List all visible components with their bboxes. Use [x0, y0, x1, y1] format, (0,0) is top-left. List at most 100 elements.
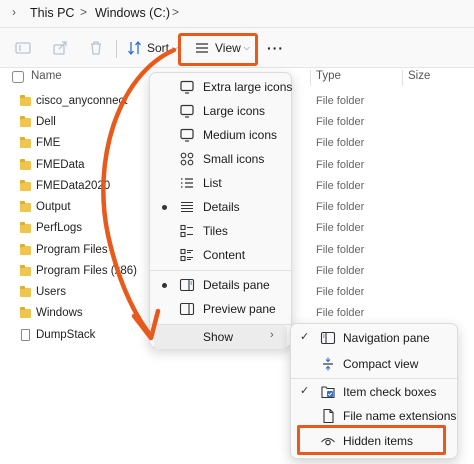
file-name: Program Files — [36, 244, 108, 256]
folder-icon — [20, 180, 31, 191]
content-icon — [180, 248, 193, 262]
file-icon — [21, 329, 30, 341]
chevron-right-icon: › — [12, 5, 16, 19]
checkmark-icon: ✓ — [300, 331, 310, 343]
column-header-size[interactable]: Size — [408, 70, 430, 82]
file-name: PerfLogs — [36, 222, 83, 234]
menu-item-label: Details — [203, 200, 240, 214]
file-type: File folder — [316, 95, 365, 107]
submenu-item-navigation-pane[interactable]: ✓ Navigation pane — [291, 326, 457, 350]
file-type: File folder — [316, 222, 365, 234]
file-icon — [323, 408, 334, 424]
menu-item-show[interactable]: Show › — [154, 325, 287, 349]
folder-icon — [20, 116, 31, 127]
column-divider[interactable] — [310, 70, 311, 86]
submenu-separator — [291, 378, 457, 379]
menu-item-content[interactable]: Content — [150, 243, 291, 267]
folder-icon — [20, 286, 31, 297]
menu-item-small-icons[interactable]: Small icons — [150, 147, 291, 171]
submenu-item-label: File name extensions — [343, 409, 457, 423]
file-type: File folder — [316, 286, 365, 298]
menu-item-details[interactable]: Details — [150, 195, 291, 219]
file-name: DumpStack — [36, 329, 96, 341]
sort-label: Sort — [147, 41, 170, 55]
menu-item-label: Tiles — [203, 224, 228, 238]
menu-item-medium-icons[interactable]: Medium icons — [150, 123, 291, 147]
menu-item-extra-large-icons[interactable]: Extra large icons — [150, 75, 293, 99]
folder-icon — [20, 244, 31, 255]
grid-icon — [180, 152, 194, 166]
submenu-item-label: Navigation pane — [343, 331, 430, 345]
file-type: File folder — [316, 244, 365, 256]
menu-item-label: Large icons — [203, 104, 266, 118]
menu-item-label: Preview pane — [203, 302, 276, 316]
file-type: File folder — [316, 159, 365, 171]
file-name: Output — [36, 201, 71, 213]
monitor-icon — [180, 128, 194, 142]
select-all-checkbox-icon[interactable] — [12, 71, 24, 83]
navigation-pane-icon — [320, 331, 336, 345]
column-header-type[interactable]: Type — [316, 70, 341, 82]
file-type: File folder — [316, 307, 365, 319]
delete-icon[interactable] — [87, 39, 105, 57]
submenu-item-label: Compact view — [343, 357, 419, 371]
folder-icon — [20, 201, 31, 212]
menu-item-label: Medium icons — [203, 128, 278, 142]
sort-icon — [128, 40, 141, 56]
view-highlight-box — [178, 33, 258, 66]
file-name: Program Files (x86) — [36, 265, 137, 277]
folder-icon — [20, 222, 31, 233]
menu-item-details-pane[interactable]: Details pane — [150, 273, 291, 297]
selected-bullet-icon — [162, 205, 167, 210]
chevron-right-icon: > — [80, 5, 88, 19]
file-type: File folder — [316, 265, 365, 277]
selected-bullet-icon — [162, 283, 167, 288]
menu-item-tiles[interactable]: Tiles — [150, 219, 291, 243]
view-menu: Extra large icons Large icons Medium ico… — [149, 72, 293, 349]
tiles-icon — [180, 224, 193, 238]
submenu-item-label: Item check boxes — [343, 385, 437, 399]
folder-icon — [20, 265, 31, 276]
file-name: cisco_anyconnect — [36, 95, 128, 107]
file-type: File folder — [316, 180, 365, 192]
checkmark-icon: ✓ — [300, 385, 310, 397]
compact-view-icon — [323, 357, 333, 371]
list-icon — [181, 178, 193, 188]
breadcrumb-this-pc[interactable]: This PC — [30, 6, 74, 20]
menu-item-list[interactable]: List — [150, 171, 291, 195]
preview-pane-icon — [179, 302, 195, 316]
sort-button[interactable]: Sort ⌵ — [127, 36, 178, 60]
check-boxes-icon — [321, 386, 335, 399]
more-options-button[interactable]: ··· — [267, 36, 284, 60]
chevron-right-icon: › — [270, 329, 274, 341]
menu-item-label: Show — [203, 330, 234, 344]
column-divider[interactable] — [402, 70, 403, 86]
menu-item-large-icons[interactable]: Large icons — [150, 99, 291, 123]
menu-item-label: Extra large icons — [203, 80, 293, 94]
menu-item-label: List — [203, 176, 222, 190]
toolbar-separator — [116, 40, 117, 58]
file-name: Windows — [36, 307, 83, 319]
submenu-item-compact-view[interactable]: Compact view — [291, 352, 457, 376]
folder-icon — [20, 307, 31, 318]
share-icon[interactable] — [51, 39, 69, 57]
column-header-name[interactable]: Name — [31, 70, 62, 82]
file-type: File folder — [316, 116, 365, 128]
folder-icon — [20, 137, 31, 148]
breadcrumb: › This PC > Windows (C:) > — [0, 0, 474, 28]
menu-separator — [150, 270, 291, 271]
details-icon — [181, 201, 193, 213]
file-name: Users — [36, 286, 67, 298]
file-name: FME — [36, 137, 61, 149]
menu-item-label: Content — [203, 248, 246, 262]
submenu-item-item-check-boxes[interactable]: ✓ Item check boxes — [291, 380, 457, 404]
breadcrumb-windows-c[interactable]: Windows (C:) — [95, 6, 170, 20]
monitor-icon — [180, 80, 194, 94]
details-pane-icon — [179, 278, 195, 292]
chevron-right-icon[interactable]: > — [172, 5, 179, 19]
folder-icon — [20, 159, 31, 170]
folder-icon — [20, 95, 31, 106]
file-type: File folder — [316, 201, 365, 213]
menu-item-preview-pane[interactable]: Preview pane — [150, 297, 291, 321]
rename-icon[interactable] — [14, 39, 32, 57]
